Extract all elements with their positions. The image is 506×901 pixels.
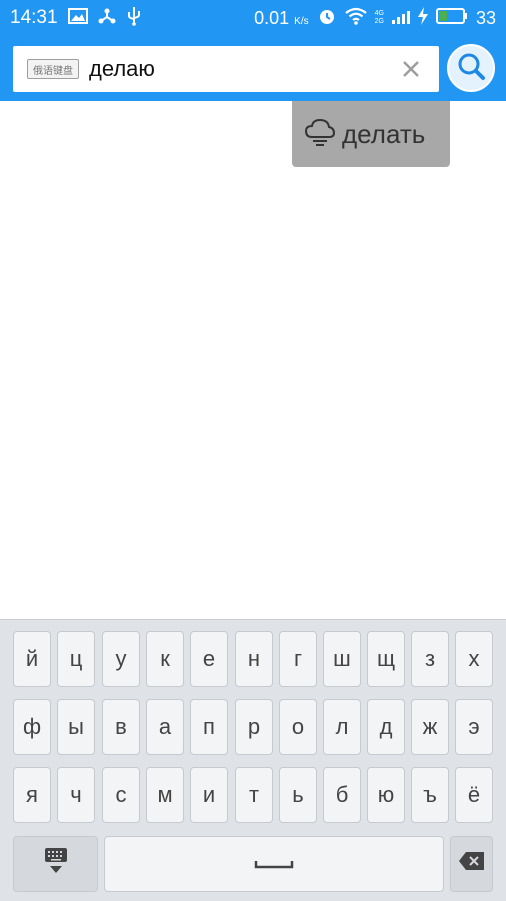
key-row3-8[interactable]: б xyxy=(323,767,361,823)
key-row1-6[interactable]: н xyxy=(235,631,273,687)
status-bar: 14:31 0.01 K/s 4G 2G 33 xyxy=(0,0,506,36)
suggestion-text: делать xyxy=(342,118,426,149)
key-row3-7[interactable]: ь xyxy=(279,767,317,823)
search-bar: 俄语键盘 делаю xyxy=(0,36,506,101)
key-row1-5[interactable]: е xyxy=(190,631,228,687)
wifi-icon xyxy=(344,7,367,30)
key-row1-8[interactable]: ш xyxy=(323,631,361,687)
backspace-key[interactable] xyxy=(450,836,493,892)
key-row2-4[interactable]: а xyxy=(146,699,184,755)
net-speed-value: 0.01 xyxy=(254,7,290,28)
backspace-icon xyxy=(458,851,486,877)
key-row2-6[interactable]: р xyxy=(235,699,273,755)
battery-level: 33 xyxy=(475,7,496,28)
key-row2-7[interactable]: о xyxy=(279,699,317,755)
key-row2-11[interactable]: э xyxy=(455,699,493,755)
key-row3-6[interactable]: т xyxy=(235,767,273,823)
signal-2g-label: 2G xyxy=(374,18,384,25)
usb-icon xyxy=(126,6,142,31)
signal-bars-icon xyxy=(391,8,410,29)
key-row1-10[interactable]: з xyxy=(411,631,449,687)
cell-signal: 4G 2G xyxy=(375,10,384,26)
charging-icon xyxy=(417,6,428,30)
key-row1-2[interactable]: ц xyxy=(57,631,95,687)
key-row2-10[interactable]: ж xyxy=(411,699,449,755)
key-row1-9[interactable]: щ xyxy=(367,631,405,687)
image-icon xyxy=(67,7,88,29)
status-time: 14:31 xyxy=(10,7,58,28)
key-row1-4[interactable]: к xyxy=(146,631,184,687)
key-row3-1[interactable]: я xyxy=(13,767,51,823)
clear-icon[interactable] xyxy=(399,57,423,81)
key-row2-1[interactable]: ф xyxy=(13,699,51,755)
search-query[interactable]: делаю xyxy=(89,56,155,82)
key-row3-5[interactable]: и xyxy=(190,767,228,823)
key-row3-2[interactable]: ч xyxy=(57,767,95,823)
key-row1-3[interactable]: у xyxy=(102,631,140,687)
suggestion-item[interactable]: делать xyxy=(292,101,450,167)
hide-keyboard-button[interactable] xyxy=(13,836,98,892)
net-speed-unit: K/s xyxy=(294,15,309,27)
search-icon xyxy=(456,51,486,86)
net-speed: 0.01 K/s xyxy=(254,8,309,29)
search-input[interactable]: 俄语键盘 делаю xyxy=(13,46,439,92)
space-key[interactable] xyxy=(104,836,444,892)
signal-4g-label: 4G xyxy=(374,10,384,17)
key-row3-11[interactable]: ё xyxy=(455,767,493,823)
key-row3-9[interactable]: ю xyxy=(367,767,405,823)
key-row2-3[interactable]: в xyxy=(102,699,140,755)
cloud-icon xyxy=(304,117,336,152)
key-row1-1[interactable]: й xyxy=(13,631,51,687)
key-row3-10[interactable]: ъ xyxy=(411,767,449,823)
battery-icon xyxy=(435,7,468,29)
key-row2-9[interactable]: д xyxy=(367,699,405,755)
key-row1-7[interactable]: г xyxy=(279,631,317,687)
key-row2-2[interactable]: ы xyxy=(57,699,95,755)
key-row2-5[interactable]: п xyxy=(190,699,228,755)
search-button[interactable] xyxy=(447,44,495,92)
key-row3-3[interactable]: с xyxy=(102,767,140,823)
share-icon xyxy=(98,7,116,30)
key-row1-11[interactable]: х xyxy=(455,631,493,687)
space-icon xyxy=(254,851,294,877)
key-row3-4[interactable]: м xyxy=(146,767,184,823)
key-row2-8[interactable]: л xyxy=(323,699,361,755)
keyboard: й ц у к е н г ш щ з х ф ы в а п р о л д … xyxy=(0,619,506,901)
keyboard-hide-icon xyxy=(42,846,70,882)
keyboard-badge[interactable]: 俄语键盘 xyxy=(27,59,79,79)
alarm-icon xyxy=(317,6,337,31)
